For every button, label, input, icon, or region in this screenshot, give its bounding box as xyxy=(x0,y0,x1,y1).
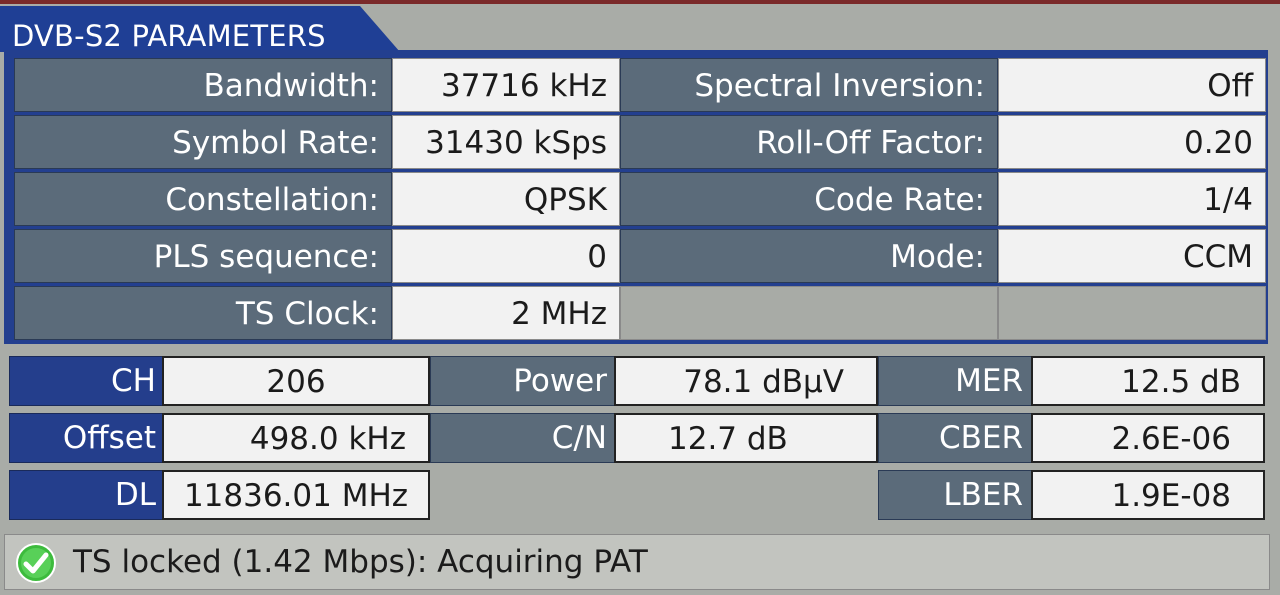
param-row-ts-clock: TS Clock: 2 MHz xyxy=(14,286,1267,341)
mer-label: MER xyxy=(878,356,1032,406)
offset-value: 498.0 kHz xyxy=(162,413,430,463)
bandwidth-label: Bandwidth: xyxy=(14,58,392,112)
dl-value: 11836.01 MHz xyxy=(162,470,430,520)
ch-value: 206 xyxy=(162,356,430,406)
dl-label: DL xyxy=(9,470,163,520)
code-rate-label: Code Rate: xyxy=(620,172,998,226)
param-row-pls-sequence: PLS sequence: 0 Mode: CCM xyxy=(14,229,1267,284)
title-tab: DVB-S2 PARAMETERS xyxy=(0,6,400,52)
roll-off-factor-label: Roll-Off Factor: xyxy=(620,115,998,169)
power-label: Power xyxy=(430,356,616,406)
offset-label: Offset xyxy=(9,413,163,463)
cber-value: 2.6E-06 xyxy=(1031,413,1265,463)
status-bar: TS locked (1.42 Mbps): Acquiring PAT xyxy=(4,534,1270,590)
empty-cell xyxy=(998,286,1266,340)
spectral-inversion-value: Off xyxy=(998,58,1266,112)
check-circle-icon xyxy=(16,543,56,583)
param-row-constellation: Constellation: QPSK Code Rate: 1/4 xyxy=(14,172,1267,227)
param-row-symbol-rate: Symbol Rate: 31430 kSps Roll-Off Factor:… xyxy=(14,115,1267,170)
pls-sequence-label: PLS sequence: xyxy=(14,229,392,283)
pls-sequence-value: 0 xyxy=(392,229,620,283)
ts-clock-value: 2 MHz xyxy=(392,286,620,340)
empty-cell xyxy=(620,286,998,340)
cn-value: 12.7 dB xyxy=(614,413,878,463)
panel-title: DVB-S2 PARAMETERS xyxy=(12,19,326,53)
status-text: TS locked (1.42 Mbps): Acquiring PAT xyxy=(73,544,648,580)
lber-value: 1.9E-08 xyxy=(1031,470,1265,520)
top-edge-line xyxy=(0,0,1280,4)
mode-value: CCM xyxy=(998,229,1266,283)
code-rate-value: 1/4 xyxy=(998,172,1266,226)
symbol-rate-value: 31430 kSps xyxy=(392,115,620,169)
mode-label: Mode: xyxy=(620,229,998,283)
ts-clock-label: TS Clock: xyxy=(14,286,392,340)
spectral-inversion-label: Spectral Inversion: xyxy=(620,58,998,112)
power-value: 78.1 dBµV xyxy=(614,356,878,406)
param-row-bandwidth: Bandwidth: 37716 kHz Spectral Inversion:… xyxy=(14,58,1267,113)
constellation-label: Constellation: xyxy=(14,172,392,226)
cber-label: CBER xyxy=(878,413,1032,463)
symbol-rate-label: Symbol Rate: xyxy=(14,115,392,169)
roll-off-factor-value: 0.20 xyxy=(998,115,1266,169)
constellation-value: QPSK xyxy=(392,172,620,226)
measurements-panel: CH 206 Power 78.1 dBµV MER 12.5 dB Offse… xyxy=(4,350,1272,526)
cn-label: C/N xyxy=(430,413,616,463)
parameters-panel: Bandwidth: 37716 kHz Spectral Inversion:… xyxy=(4,50,1268,344)
ch-label: CH xyxy=(9,356,163,406)
mer-value: 12.5 dB xyxy=(1031,356,1265,406)
lber-label: LBER xyxy=(878,470,1032,520)
bandwidth-value: 37716 kHz xyxy=(392,58,620,112)
